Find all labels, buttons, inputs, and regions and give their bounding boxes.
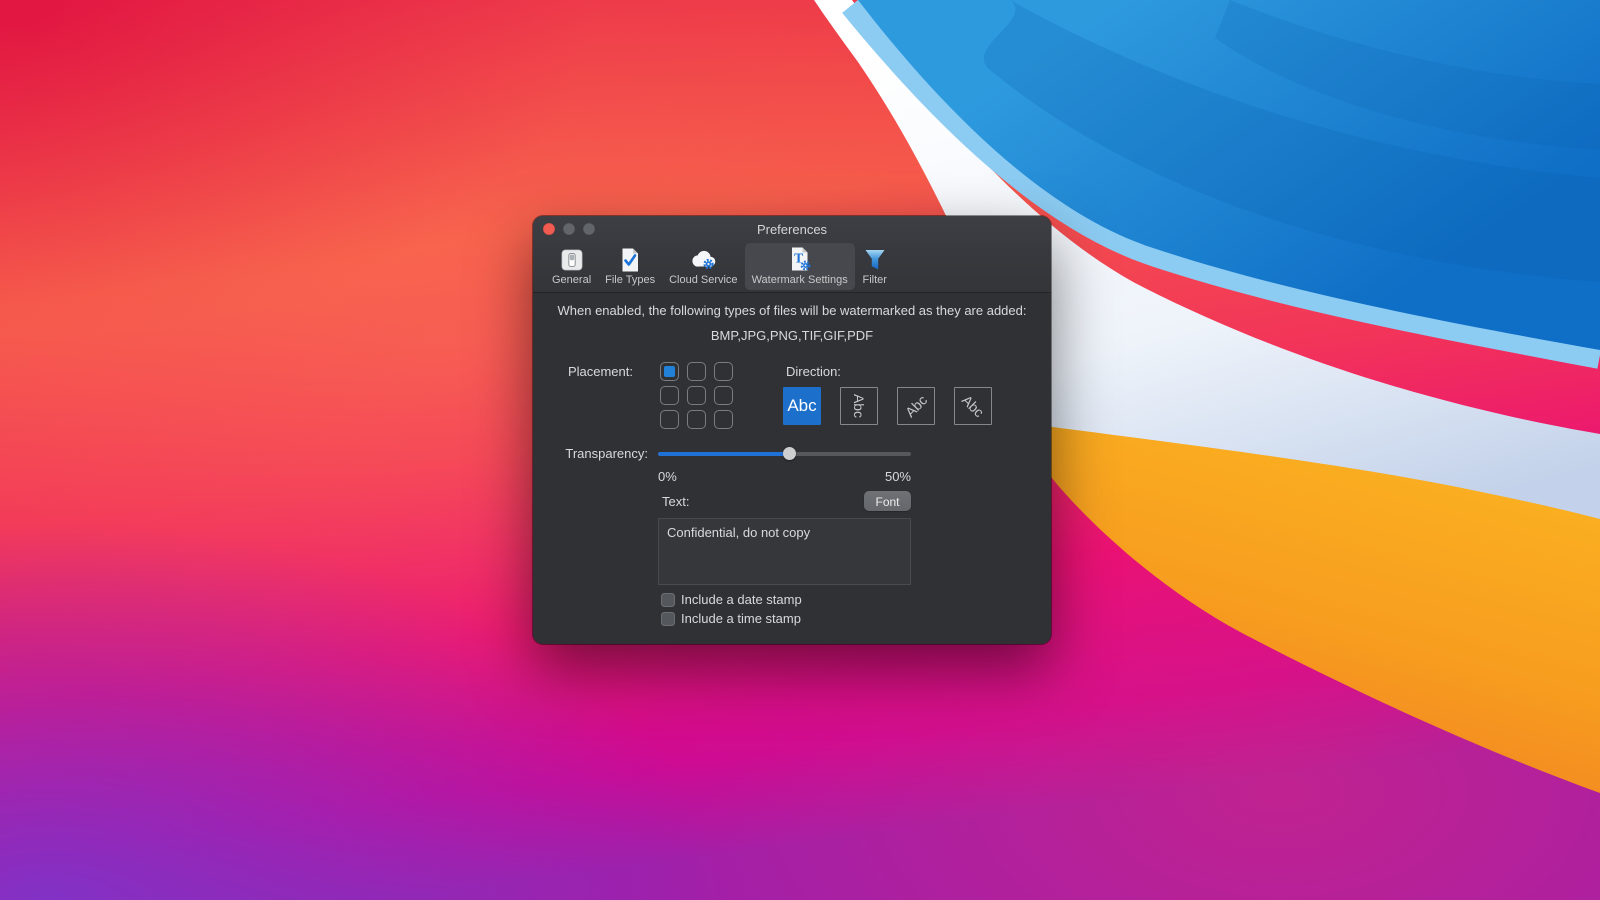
font-button[interactable]: Font (864, 491, 911, 511)
tab-label: File Types (605, 274, 655, 286)
toolbar: General File Types (533, 242, 1051, 293)
time-stamp-checkbox[interactable] (661, 612, 675, 626)
placement-cell[interactable] (687, 410, 706, 429)
tab-label: General (552, 274, 591, 286)
placement-label: Placement: (533, 364, 633, 379)
tab-filter[interactable]: Filter (855, 243, 895, 290)
window-title: Preferences (533, 216, 1051, 242)
watermark-text-input[interactable]: Confidential, do not copy (658, 518, 911, 585)
direction-label: Direction: (786, 364, 841, 379)
tab-cloud-service[interactable]: Cloud Service (662, 243, 744, 290)
time-stamp-label: Include a time stamp (681, 611, 801, 626)
watermark-settings-panel: When enabled, the following types of fil… (533, 293, 1051, 644)
transparency-max-label: 50% (885, 469, 911, 484)
date-stamp-checkbox[interactable] (661, 593, 675, 607)
slider-thumb[interactable] (783, 447, 796, 460)
switch-icon (559, 246, 585, 273)
date-stamp-label: Include a date stamp (681, 592, 802, 607)
description-text: When enabled, the following types of fil… (533, 303, 1051, 318)
placement-cell[interactable] (660, 386, 679, 405)
placement-cell[interactable] (687, 386, 706, 405)
direction-horizontal-button[interactable]: Abc (783, 387, 821, 425)
transparency-range-labels: 0% 50% (658, 469, 911, 484)
file-types-text: BMP,JPG,PNG,TIF,GIF,PDF (533, 328, 1051, 343)
document-check-icon (617, 246, 643, 273)
tab-watermark-settings[interactable]: T Watermark Settings (745, 243, 855, 290)
placement-cell[interactable] (660, 362, 679, 381)
direction-options: Abc Abc Abc Abc (783, 387, 992, 425)
date-stamp-row: Include a date stamp (661, 592, 802, 607)
tab-label: Cloud Service (669, 274, 737, 286)
funnel-icon (862, 246, 888, 273)
transparency-min-label: 0% (658, 469, 677, 484)
text-label: Text: (662, 494, 689, 509)
placement-cell[interactable] (687, 362, 706, 381)
placement-cell[interactable] (660, 410, 679, 429)
tab-label: Filter (863, 274, 887, 286)
document-text-gear-icon: T (786, 246, 814, 273)
placement-cell[interactable] (714, 410, 733, 429)
slider-fill (658, 452, 790, 456)
placement-cell[interactable] (714, 386, 733, 405)
transparency-label: Transparency: (533, 446, 648, 461)
cloud-gear-icon (688, 246, 718, 273)
tab-file-types[interactable]: File Types (598, 243, 662, 290)
direction-vertical-button[interactable]: Abc (840, 387, 878, 425)
placement-grid (660, 362, 733, 429)
direction-diagonal-down-button[interactable]: Abc (954, 387, 992, 425)
tab-general[interactable]: General (545, 243, 598, 290)
direction-diagonal-up-button[interactable]: Abc (897, 387, 935, 425)
tab-label: Watermark Settings (752, 274, 848, 286)
preferences-window: Preferences General Fil (533, 216, 1051, 644)
placement-cell[interactable] (714, 362, 733, 381)
transparency-slider[interactable] (658, 445, 911, 462)
time-stamp-row: Include a time stamp (661, 611, 801, 626)
titlebar[interactable]: Preferences (533, 216, 1051, 242)
